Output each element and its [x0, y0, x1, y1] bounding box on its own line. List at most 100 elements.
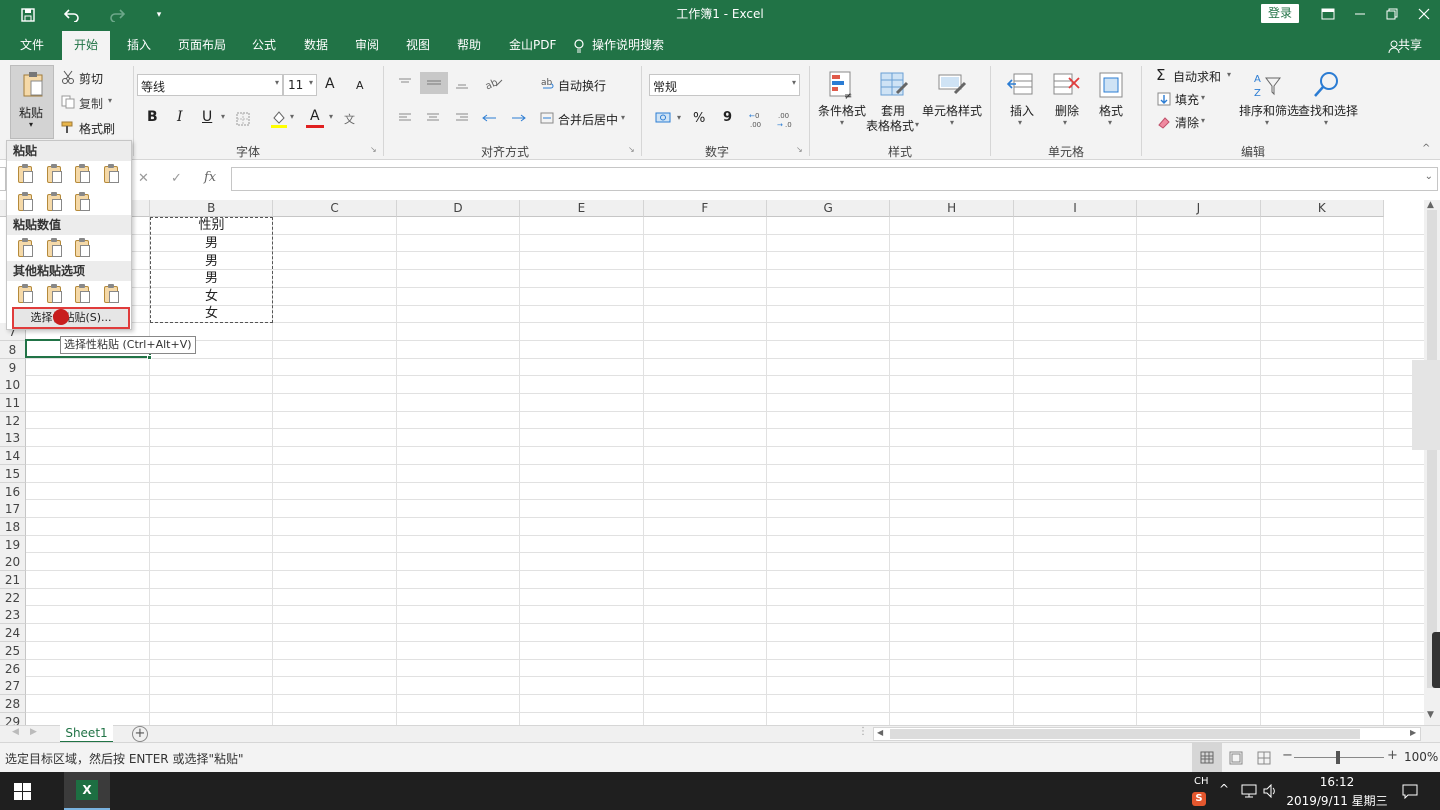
accounting-format-icon[interactable]	[653, 109, 675, 127]
paste-keep-source-format-icon[interactable]	[101, 163, 121, 184]
row-header-14[interactable]: 14	[0, 447, 26, 466]
expand-formula-bar-icon[interactable]: ⌄	[1425, 171, 1433, 182]
row-header-28[interactable]: 28	[0, 694, 26, 713]
phonetic-button[interactable]: 文	[344, 111, 355, 127]
side-panel-handle[interactable]	[1412, 360, 1440, 450]
find-select-button[interactable]: 查找和选择	[1298, 102, 1358, 119]
increase-decimal-icon[interactable]: ← 0.00	[748, 109, 768, 129]
row-header-18[interactable]: 18	[0, 517, 26, 536]
network-icon[interactable]	[1240, 783, 1258, 799]
enter-icon[interactable]: ✓	[171, 171, 182, 186]
sort-filter-button[interactable]: 排序和筛选	[1239, 102, 1299, 119]
paste-linked-picture-icon[interactable]	[101, 283, 121, 304]
fill-color-dropdown-arrow[interactable]: ▾	[290, 112, 294, 121]
grow-font-button[interactable]: A	[325, 76, 335, 92]
row-header-22[interactable]: 22	[0, 588, 26, 607]
side-gadget-tab[interactable]	[1432, 632, 1440, 688]
cell-styles-button[interactable]: 单元格样式	[922, 102, 982, 119]
cell-b6[interactable]: 女	[150, 305, 273, 323]
accounting-dropdown-arrow[interactable]: ▾	[677, 113, 681, 122]
horizontal-scrollbar[interactable]: ◀ ▶	[873, 727, 1421, 741]
row-header-21[interactable]: 21	[0, 571, 26, 589]
align-middle-button[interactable]	[420, 72, 448, 94]
align-right-icon[interactable]	[453, 110, 471, 126]
sogou-ime-icon[interactable]: S	[1192, 792, 1206, 806]
row-header-26[interactable]: 26	[0, 659, 26, 678]
customize-qat-icon[interactable]: ▾	[150, 8, 168, 22]
tab-formulas[interactable]: 公式	[240, 31, 288, 60]
paste-formulas-number-format-icon[interactable]	[72, 163, 92, 184]
zoom-out-icon[interactable]: −	[1282, 748, 1293, 763]
tab-data[interactable]: 数据	[292, 31, 340, 60]
scroll-right-icon[interactable]: ▶	[1410, 728, 1416, 737]
underline-button[interactable]: U	[202, 109, 212, 125]
page-break-view-icon[interactable]	[1254, 749, 1274, 767]
number-format-select[interactable]: 常规 ▾	[649, 74, 800, 96]
tab-insert[interactable]: 插入	[115, 31, 163, 60]
row-header-15[interactable]: 15	[0, 464, 26, 483]
row-header-24[interactable]: 24	[0, 624, 26, 643]
conditional-format-button[interactable]: 条件格式	[818, 102, 866, 119]
ime-indicator[interactable]: CH	[1194, 776, 1209, 787]
paste-values-icon[interactable]	[15, 237, 35, 258]
alignment-dialog-launcher-icon[interactable]: ↘	[628, 145, 635, 154]
format-painter-button[interactable]: 格式刷	[79, 120, 115, 137]
align-top-icon[interactable]	[395, 74, 415, 92]
shrink-font-button[interactable]: A	[356, 79, 364, 92]
fill-color-icon[interactable]	[268, 108, 290, 130]
column-header-j[interactable]: J	[1137, 200, 1261, 217]
paste-picture-icon[interactable]	[72, 283, 92, 304]
formula-input[interactable]: ⌄	[231, 167, 1438, 191]
row-header-20[interactable]: 20	[0, 553, 26, 572]
paste-no-borders-icon[interactable]	[15, 191, 35, 212]
redo-icon[interactable]	[107, 6, 127, 24]
autosum-button[interactable]: 自动求和	[1173, 68, 1221, 85]
column-header-d[interactable]: D	[396, 200, 521, 217]
paste-values-source-format-icon[interactable]	[72, 237, 92, 258]
collapse-ribbon-icon[interactable]: ^	[1422, 143, 1430, 154]
worksheet-grid[interactable]: BCDEFGHIJK 7 8 9 10 11 12 13 14 15 16 17 18 19 20 21 22…	[0, 200, 1424, 725]
row-header-8[interactable]: 8	[0, 340, 26, 359]
column-header-b[interactable]: B	[150, 200, 274, 217]
bold-button[interactable]: B	[147, 109, 158, 125]
paste-values-number-format-icon[interactable]	[44, 237, 64, 258]
decrease-indent-icon[interactable]	[481, 110, 499, 126]
tab-home[interactable]: 开始	[62, 31, 111, 60]
cell-b2[interactable]: 男	[150, 235, 273, 253]
font-color-dropdown-arrow[interactable]: ▾	[329, 112, 333, 121]
tab-review[interactable]: 审阅	[343, 31, 391, 60]
copy-dropdown-arrow[interactable]: ▾	[108, 96, 112, 105]
column-header-f[interactable]: F	[643, 200, 767, 217]
align-center-icon[interactable]	[424, 110, 442, 126]
scroll-up-icon[interactable]: ▲	[1427, 200, 1434, 210]
tab-splitter-icon[interactable]: ⋮	[858, 726, 868, 737]
merge-center-button[interactable]: 合并后居中	[558, 111, 618, 128]
tab-view[interactable]: 视图	[394, 31, 442, 60]
zoom-level[interactable]: 100%	[1404, 750, 1438, 764]
scroll-down-icon[interactable]: ▼	[1427, 710, 1434, 720]
row-header-17[interactable]: 17	[0, 500, 26, 519]
paste-button[interactable]: 粘贴 ▾	[10, 65, 54, 139]
row-header-25[interactable]: 25	[0, 641, 26, 660]
minimize-icon[interactable]	[1350, 5, 1370, 23]
comma-style-button[interactable]: 9	[723, 110, 732, 125]
paste-link-icon[interactable]	[44, 283, 64, 304]
font-size-select[interactable]: 11 ▾	[283, 74, 317, 96]
taskbar-excel-app[interactable]: X	[64, 772, 110, 810]
font-color-button[interactable]: A	[306, 108, 326, 130]
decrease-decimal-icon[interactable]: .00 → .0	[776, 109, 796, 129]
wrap-text-button[interactable]: 自动换行	[558, 77, 606, 94]
insert-cells-button[interactable]: 插入	[1010, 102, 1034, 119]
align-bottom-icon[interactable]	[452, 74, 472, 92]
restore-icon[interactable]	[1382, 5, 1402, 23]
column-header-h[interactable]: H	[890, 200, 1014, 217]
increase-indent-icon[interactable]	[509, 110, 527, 126]
column-header-k[interactable]: K	[1260, 200, 1384, 217]
cell-b5[interactable]: 女	[150, 288, 273, 306]
paste-transpose-icon[interactable]	[72, 191, 92, 212]
font-dialog-launcher-icon[interactable]: ↘	[370, 145, 377, 154]
paste-icon[interactable]	[15, 163, 35, 184]
column-header-g[interactable]: G	[767, 200, 891, 217]
ribbon-display-icon[interactable]	[1318, 5, 1338, 23]
row-header-27[interactable]: 27	[0, 677, 26, 696]
